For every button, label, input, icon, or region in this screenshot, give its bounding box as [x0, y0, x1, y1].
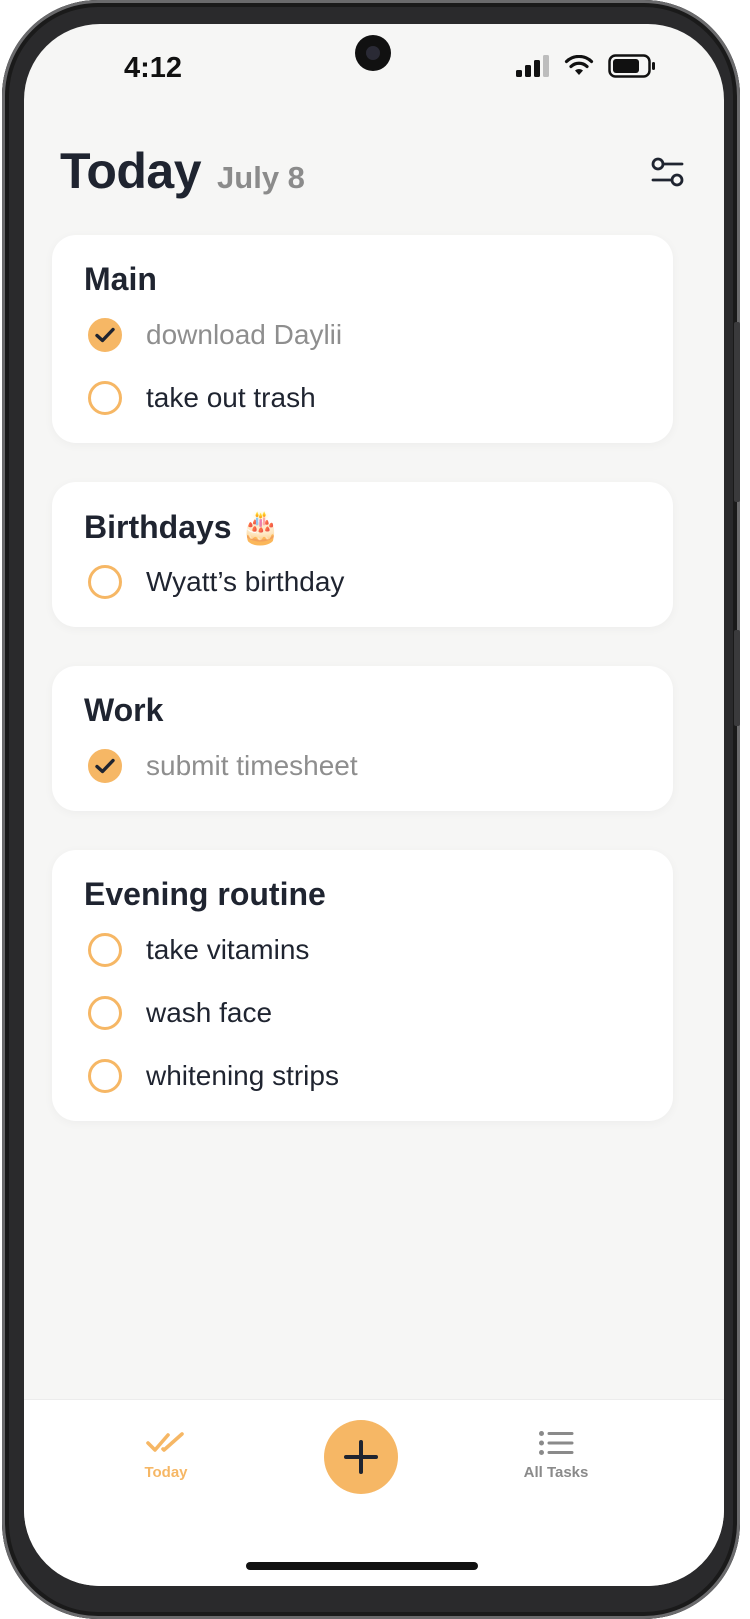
- power-button: [734, 630, 740, 726]
- task-item[interactable]: take out trash: [88, 376, 316, 420]
- tab-all-tasks-label: All Tasks: [523, 1464, 589, 1481]
- task-label: take out trash: [146, 382, 316, 413]
- task-group-title: Birthdays 🎂: [84, 509, 281, 545]
- checkmark-icon: [95, 327, 115, 343]
- home-indicator[interactable]: [246, 1562, 478, 1570]
- task-checkbox[interactable]: [88, 1059, 122, 1093]
- task-label: Wyatt’s birthday: [146, 566, 345, 597]
- task-group-title: Work: [84, 692, 164, 728]
- task-group-card-birthdays: Birthdays 🎂 Wyatt’s birthday: [52, 482, 673, 627]
- task-checkbox[interactable]: [88, 318, 122, 352]
- task-label: submit timesheet: [146, 750, 358, 781]
- task-label: download Daylii: [146, 319, 343, 350]
- task-label: whitening strips: [146, 1060, 339, 1091]
- task-group-card-work: Work submit timesheet: [52, 666, 673, 811]
- task-group-card-main: Main download Daylii take out trash: [52, 235, 673, 443]
- task-item[interactable]: submit timesheet: [88, 744, 358, 788]
- add-task-button[interactable]: [324, 1420, 398, 1494]
- phone-frame: 4:12 Today July 8 Main download Daylii t…: [2, 0, 740, 1619]
- task-group-title: Evening routine: [84, 876, 326, 912]
- page-header: Today July 8: [60, 142, 305, 200]
- status-icons: [516, 54, 656, 78]
- tab-all-tasks[interactable]: All Tasks: [496, 1430, 616, 1481]
- status-time: 4:12: [124, 52, 183, 84]
- task-checkbox[interactable]: [88, 933, 122, 967]
- task-item[interactable]: take vitamins: [88, 928, 309, 972]
- task-checkbox[interactable]: [88, 996, 122, 1030]
- task-item[interactable]: whitening strips: [88, 1054, 339, 1098]
- filter-button[interactable]: [648, 152, 688, 192]
- task-label: wash face: [146, 997, 273, 1028]
- volume-button: [734, 322, 740, 502]
- page-date: July 8: [217, 160, 305, 195]
- sliders-icon: [651, 157, 684, 187]
- task-group-card-evening-routine: Evening routine take vitamins wash face …: [52, 850, 673, 1121]
- front-camera: [355, 35, 391, 71]
- tab-today-label: Today: [144, 1464, 188, 1481]
- task-item[interactable]: wash face: [88, 991, 272, 1035]
- task-checkbox[interactable]: [88, 565, 122, 599]
- double-check-icon: [146, 1432, 184, 1452]
- battery-icon: [608, 54, 655, 78]
- list-icon: [539, 1431, 574, 1455]
- task-item[interactable]: Wyatt’s birthday: [88, 560, 344, 604]
- checkmark-icon: [95, 758, 115, 774]
- wifi-icon: [564, 55, 594, 75]
- bottom-tab-bar: Today All Tasks: [24, 1399, 724, 1586]
- cellular-signal-icon: [516, 55, 549, 77]
- task-checkbox[interactable]: [88, 749, 122, 783]
- task-label: take vitamins: [146, 934, 310, 965]
- page-title: Today: [60, 143, 202, 199]
- tab-today[interactable]: Today: [106, 1430, 226, 1481]
- task-checkbox[interactable]: [88, 381, 122, 415]
- app-screen: 4:12 Today July 8 Main download Daylii t…: [24, 24, 724, 1586]
- plus-icon: [344, 1440, 378, 1474]
- task-item[interactable]: download Daylii: [88, 313, 342, 357]
- task-group-title: Main: [84, 261, 157, 297]
